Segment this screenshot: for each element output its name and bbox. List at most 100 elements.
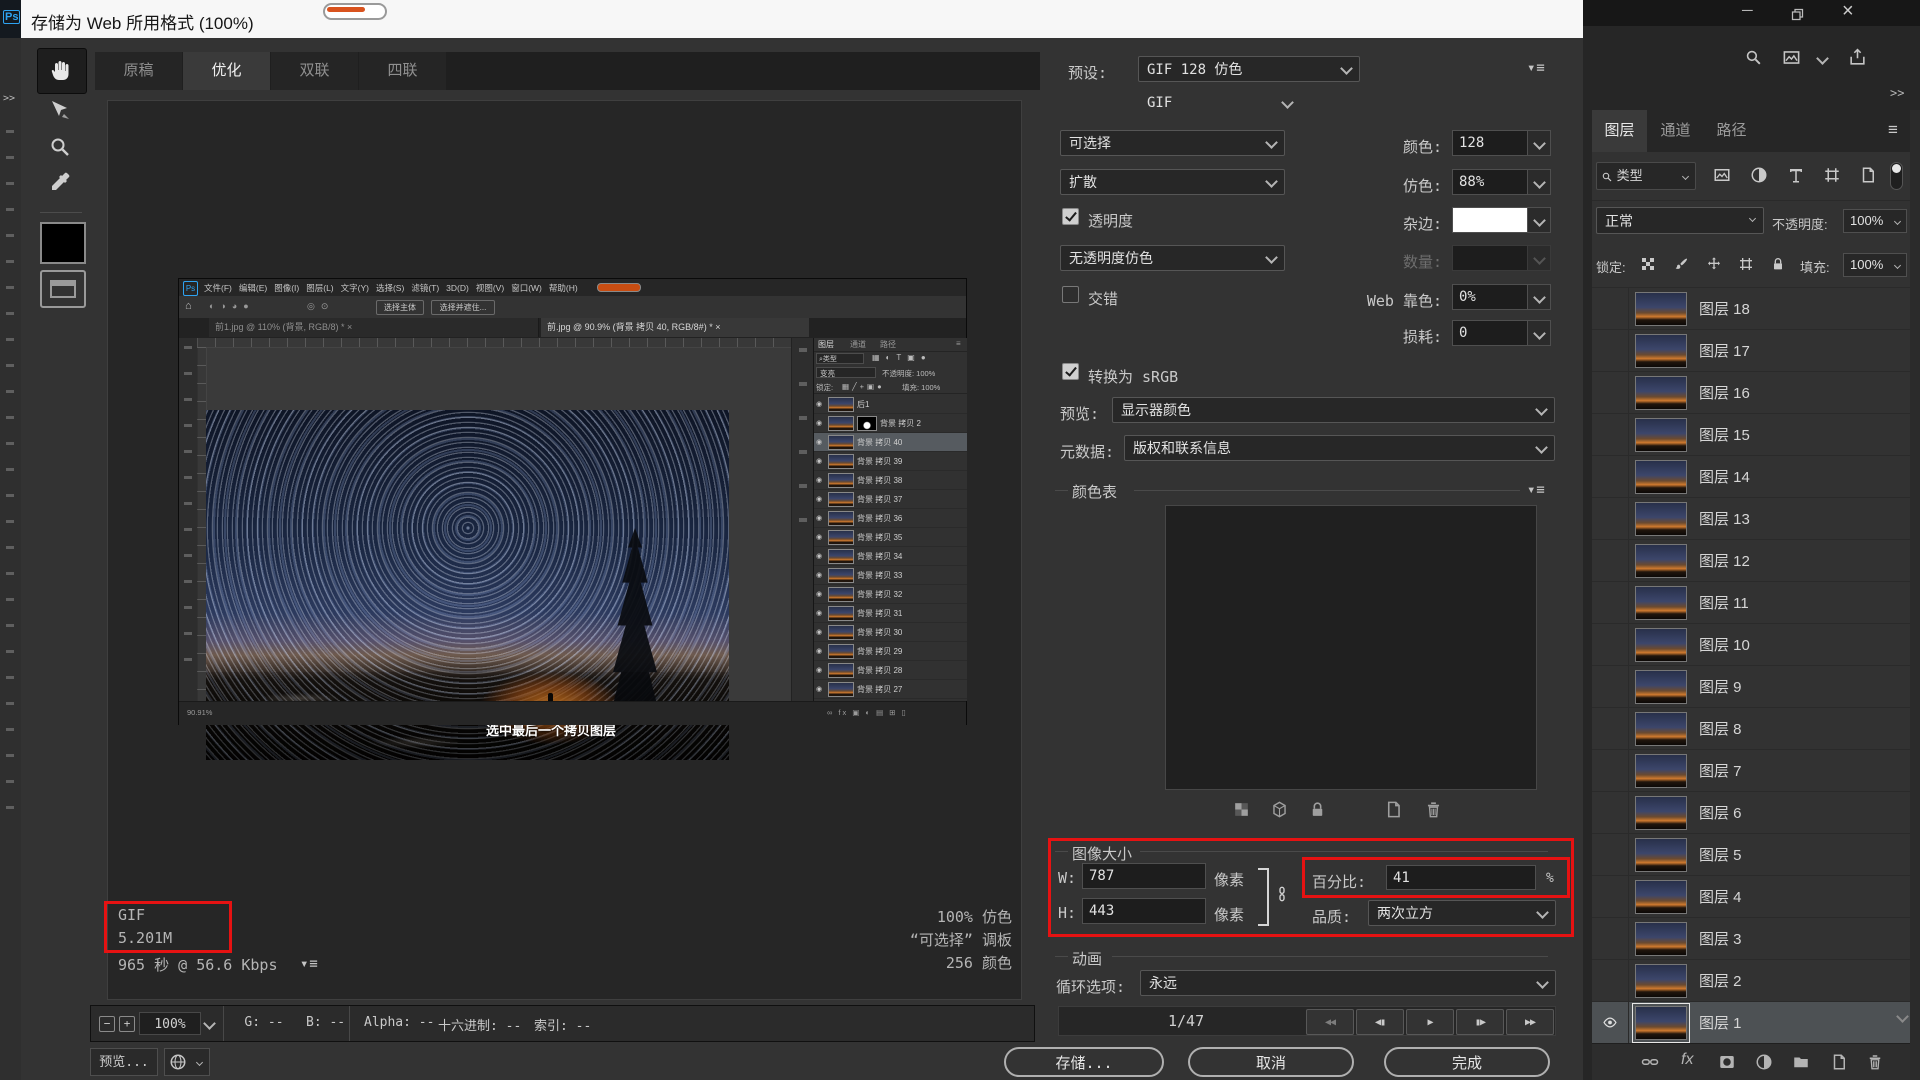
preview-in-browser-button[interactable]: 预览...: [90, 1048, 158, 1076]
restore-button[interactable]: [1790, 5, 1805, 23]
layers-menu-icon[interactable]: ≡: [1888, 120, 1898, 140]
filter-image-button[interactable]: [1713, 166, 1731, 184]
layer-row[interactable]: 图层 13: [1592, 498, 1910, 540]
layer-row[interactable]: 图层 10: [1592, 624, 1910, 666]
delete-color-button[interactable]: [1424, 800, 1443, 819]
visibility-cell[interactable]: [1592, 960, 1629, 1001]
preset-select[interactable]: GIF 128 仿色: [1138, 56, 1360, 82]
layer-row[interactable]: 图层 7: [1592, 750, 1910, 792]
zoom-level-select[interactable]: 100%: [139, 1012, 201, 1035]
view-tab[interactable]: 原稿: [95, 52, 182, 90]
next-frame-button[interactable]: ▮▶: [1456, 1009, 1504, 1035]
visibility-cell[interactable]: [1592, 582, 1629, 623]
layer-row[interactable]: 图层 16: [1592, 372, 1910, 414]
visibility-cell[interactable]: [1592, 456, 1629, 497]
view-tab[interactable]: 优化: [183, 52, 270, 90]
visibility-cell[interactable]: [1592, 372, 1629, 413]
visibility-cell[interactable]: [1592, 750, 1629, 791]
lock-all-button[interactable]: [1770, 255, 1786, 272]
settings-menu-icon[interactable]: ▾≡: [1527, 60, 1546, 76]
filter-toggle-switch[interactable]: [1890, 162, 1903, 190]
minimize-button[interactable]: ─: [1742, 2, 1753, 19]
lock-paint-button[interactable]: [1673, 255, 1689, 272]
lock-transparent-button[interactable]: [1640, 255, 1656, 272]
adjustment-layer-button[interactable]: [1755, 1053, 1773, 1071]
filter-text-button[interactable]: [1787, 166, 1805, 184]
map-transparency-button[interactable]: [1232, 800, 1251, 819]
layer-row[interactable]: 图层 3: [1592, 918, 1910, 960]
visibility-cell[interactable]: [1592, 414, 1629, 455]
layer-row[interactable]: 图层 17: [1592, 330, 1910, 372]
search-button[interactable]: [1744, 48, 1763, 67]
visibility-cell[interactable]: [1592, 792, 1629, 833]
filter-smartobject-button[interactable]: [1859, 166, 1877, 184]
lock-artboard-button[interactable]: [1738, 255, 1754, 272]
info-menu-icon[interactable]: ▾≡: [300, 956, 319, 972]
dither-chevron[interactable]: [1527, 169, 1551, 195]
percent-input[interactable]: 41: [1386, 865, 1536, 890]
matte-swatch[interactable]: [1452, 207, 1528, 233]
link-dimensions-icon[interactable]: [1274, 883, 1290, 905]
filter-type-select[interactable]: 类型: [1596, 162, 1696, 190]
visibility-cell[interactable]: [1592, 498, 1629, 539]
quality-select[interactable]: 两次立方: [1368, 900, 1556, 926]
height-input[interactable]: 443: [1082, 898, 1206, 924]
visibility-cell[interactable]: [1592, 288, 1629, 329]
width-input[interactable]: 787: [1082, 863, 1206, 889]
tab-paths[interactable]: 路径: [1704, 110, 1759, 152]
layer-row[interactable]: 图层 8: [1592, 708, 1910, 750]
matte-chevron[interactable]: [1527, 207, 1551, 233]
play-button[interactable]: ▶: [1406, 1009, 1454, 1035]
eyedropper-color-swatch[interactable]: [40, 222, 86, 264]
delete-layer-button[interactable]: [1866, 1053, 1884, 1071]
format-select[interactable]: GIF: [1138, 91, 1301, 115]
tab-channels[interactable]: 通道: [1648, 110, 1703, 152]
view-tab[interactable]: 四联: [359, 52, 446, 90]
srgb-checkbox[interactable]: [1062, 363, 1079, 380]
layer-row[interactable]: 图层 18: [1592, 288, 1910, 330]
layer-row[interactable]: 图层 5: [1592, 834, 1910, 876]
blend-mode-select[interactable]: 正常: [1596, 207, 1764, 234]
colors-input[interactable]: 128: [1452, 130, 1528, 156]
layer-row[interactable]: 图层 6: [1592, 792, 1910, 834]
fill-input[interactable]: 100%: [1843, 253, 1907, 277]
filter-adjustment-button[interactable]: [1750, 166, 1768, 184]
new-group-button[interactable]: [1792, 1053, 1810, 1071]
dither-method-select[interactable]: 扩散: [1060, 169, 1285, 195]
visibility-cell[interactable]: [1592, 708, 1629, 749]
color-table-box[interactable]: [1165, 505, 1537, 790]
share-button[interactable]: [1848, 48, 1867, 67]
done-button[interactable]: 完成: [1384, 1047, 1550, 1077]
close-button[interactable]: ×: [1842, 0, 1854, 23]
loop-select[interactable]: 永远: [1140, 970, 1556, 996]
web-snap-input[interactable]: 0%: [1452, 284, 1528, 310]
visibility-cell[interactable]: [1592, 834, 1629, 875]
panel-scroll-strip[interactable]: [1910, 110, 1920, 1080]
lock-position-button[interactable]: [1706, 255, 1722, 272]
zoom-out-button[interactable]: −: [99, 1016, 115, 1032]
lossy-input[interactable]: 0: [1452, 320, 1528, 346]
interlaced-checkbox[interactable]: [1062, 286, 1079, 303]
layer-row[interactable]: 图层 11: [1592, 582, 1910, 624]
visibility-cell[interactable]: [1592, 876, 1629, 917]
metadata-select[interactable]: 版权和联系信息: [1124, 435, 1555, 461]
dialog-titlebar[interactable]: 存储为 Web 所用格式 (100%): [21, 0, 1583, 38]
last-frame-button[interactable]: ▶▶: [1506, 1009, 1554, 1035]
lock-color-button[interactable]: [1308, 800, 1327, 819]
filter-shape-button[interactable]: [1823, 166, 1841, 184]
colors-chevron[interactable]: [1527, 130, 1551, 156]
save-button[interactable]: 存储...: [1004, 1047, 1164, 1077]
layer-row[interactable]: 图层 12: [1592, 540, 1910, 582]
color-reduction-select[interactable]: 可选择: [1060, 130, 1285, 156]
web-snap-chevron[interactable]: [1527, 284, 1551, 310]
opacity-input[interactable]: 100%: [1843, 209, 1907, 233]
layer-row[interactable]: 图层 2: [1592, 960, 1910, 1002]
visibility-cell[interactable]: [1592, 330, 1629, 371]
layer-style-button[interactable]: fx: [1681, 1051, 1693, 1069]
workspace-button[interactable]: [1782, 48, 1801, 67]
visibility-cell[interactable]: [1592, 1002, 1629, 1043]
visibility-cell[interactable]: [1592, 666, 1629, 707]
dither-input[interactable]: 88%: [1452, 169, 1528, 195]
link-layers-button[interactable]: [1641, 1053, 1659, 1071]
transparency-checkbox[interactable]: [1062, 208, 1079, 225]
